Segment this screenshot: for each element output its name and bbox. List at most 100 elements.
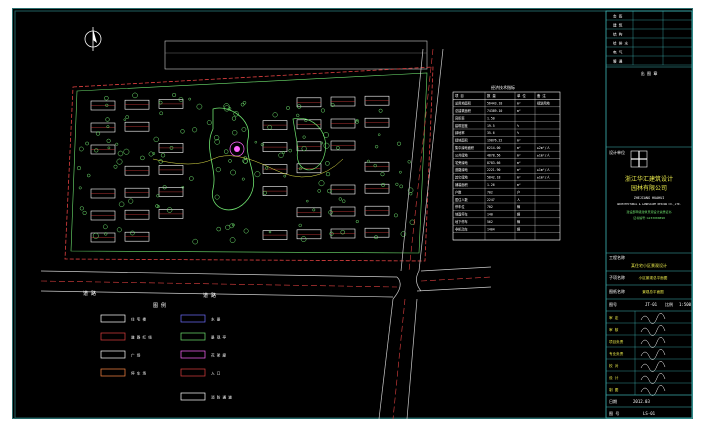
table-cell: 辆 — [517, 219, 521, 224]
subproject-label: 子项名称 — [609, 274, 625, 280]
table-header-cell: 单 位 — [517, 93, 526, 98]
table-cell: m² — [517, 168, 521, 172]
tree-icon — [206, 120, 212, 126]
tree-icon — [188, 97, 192, 101]
legend-swatch — [100, 332, 126, 341]
table-cell: m² — [517, 183, 521, 187]
legend-label: 道 路 红 线 — [131, 335, 152, 340]
tree-icon — [140, 155, 145, 161]
legend-label: 水 景 — [211, 317, 221, 322]
tree-icon — [192, 238, 198, 245]
tree-icon — [106, 138, 111, 143]
stamp-label: 出 图 章 — [641, 70, 658, 76]
tree-icon — [267, 124, 273, 130]
sign-row-label: 项目负责 — [609, 339, 624, 344]
tree-icon — [94, 148, 99, 153]
title-block: 会 签建 筑结 构给 排 水电 气暖 通 出 图 章 设计单位 浙江华汇建筑设计… — [605, 10, 693, 419]
tree-icon — [78, 146, 84, 152]
table-cell: 辆 — [517, 204, 521, 209]
tree-icon — [115, 142, 119, 146]
table-cell: 建筑密度 — [455, 123, 469, 128]
tree-icon — [286, 106, 290, 110]
tree-icon — [272, 112, 278, 118]
legend-swatch — [180, 314, 206, 323]
table-cell: 户 — [517, 189, 520, 194]
table-cell: 道路绿地 — [455, 167, 469, 172]
company-logo-icon — [630, 150, 648, 168]
table-cell: 56443.18 — [487, 102, 502, 106]
table-cell: 35.6 — [487, 131, 495, 135]
number-value: JT-01 — [645, 302, 658, 307]
sign-row-label: 专业负责 — [609, 351, 624, 356]
north-arrow-icon — [84, 27, 102, 51]
tree-icon — [223, 149, 229, 154]
tree-icon — [128, 198, 134, 204]
tree-icon — [317, 189, 321, 193]
table-cell: 702 — [487, 190, 493, 194]
table-cell: 绿地面积 — [455, 138, 469, 143]
signature-icon — [640, 361, 666, 372]
table-cell: 总建筑面积 — [455, 108, 472, 113]
tree-icon — [328, 210, 333, 215]
tree-icon — [85, 141, 89, 146]
signature-icon — [640, 385, 666, 396]
tree-icon — [325, 171, 331, 177]
table-cell: ≥1m²/人 — [537, 153, 551, 157]
company-en-2: ARCHITECTURAL & LANDSCAPE DESIGN CO.,LTD… — [617, 202, 681, 206]
date-label: 日期 — [609, 398, 617, 404]
tree-icon — [214, 194, 220, 200]
legend-swatch — [100, 368, 126, 377]
signature-icon — [640, 349, 666, 360]
table-cell: 地下停车 — [455, 219, 468, 224]
company-label: 设计单位 — [609, 149, 625, 155]
tree-icon — [125, 115, 130, 119]
tree-icon — [82, 210, 87, 215]
legend-swatch — [100, 314, 126, 323]
table-cell: 停车位 — [455, 204, 465, 209]
tree-icon — [302, 135, 306, 139]
tree-icon — [242, 101, 247, 105]
tree-icon — [104, 95, 109, 101]
tree-icon — [254, 140, 258, 144]
sign-row-label: 审 定 — [609, 315, 619, 320]
header-row-label: 会 签 — [613, 14, 623, 19]
tree-icon — [229, 223, 235, 229]
tree-icon — [232, 130, 238, 136]
table-cell: ≥1m²/人 — [537, 176, 551, 180]
drawing-name: 景观总平面图 — [642, 289, 664, 294]
table-cell: 5842.18 — [487, 176, 501, 180]
tree-icon — [301, 146, 307, 152]
tree-icon — [243, 228, 249, 234]
tree-icon — [230, 169, 236, 176]
legend-swatch — [180, 332, 206, 341]
table-cell: 非机动车 — [455, 226, 468, 231]
tree-icon — [283, 174, 287, 178]
table-cell: 地面停车 — [455, 212, 468, 217]
legend-label: 景 观 亭 — [211, 335, 227, 340]
tree-icon — [381, 182, 386, 187]
tree-icon — [113, 164, 118, 169]
tree-icon — [241, 127, 247, 132]
header-row-label: 结 构 — [613, 32, 623, 37]
tree-icon — [243, 159, 248, 164]
tree-icon — [325, 161, 330, 166]
cad-drawing-canvas[interactable]: 道 路 道 路 经济技术指标 项 目 数 量 单 位 备 注总用地面积 56443.18… — [12, 8, 693, 420]
tree-icon — [380, 172, 385, 177]
table-cell: 辆 — [517, 212, 521, 217]
company-en-1: ZHEJIANG HUAHUI — [634, 196, 665, 200]
tree-icon — [298, 167, 302, 171]
tree-icon — [215, 167, 221, 173]
header-row-label: 给 排 水 — [613, 41, 629, 46]
table-cell: 其它绿地 — [455, 175, 469, 180]
subproject-name: 小区景观总平面图 — [639, 275, 668, 280]
table-cell: m² — [517, 102, 521, 106]
table-cell: % — [517, 131, 519, 135]
tree-icon — [288, 148, 292, 153]
tree-icon — [79, 206, 84, 211]
legend-label: 消 防 通 道 — [211, 395, 232, 400]
table-cell: 居住人数 — [455, 197, 469, 202]
legend-title: 图 例 — [153, 302, 166, 309]
site-plan-drawing: 道 路 道 路 经济技术指标 项 目 数 量 单 位 备 注总用地面积 56443.18… — [14, 10, 693, 420]
table-cell: 702 — [487, 205, 493, 209]
tree-icon — [117, 150, 124, 157]
